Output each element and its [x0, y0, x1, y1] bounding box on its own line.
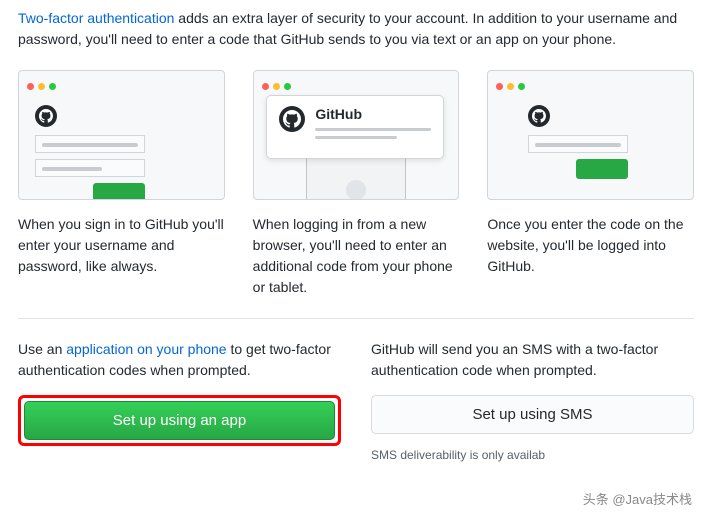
- setup-app-button[interactable]: Set up using an app: [24, 401, 335, 440]
- caption-1: When you sign in to GitHub you'll enter …: [18, 214, 225, 277]
- step-2: GitHub When logging in from a new browse…: [253, 70, 460, 298]
- setup-sms-text: GitHub will send you an SMS with a two-f…: [371, 339, 694, 381]
- illustration-phone: GitHub: [253, 70, 460, 200]
- illustration-row: When you sign in to GitHub you'll enter …: [18, 70, 694, 298]
- setup-options: Use an application on your phone to get …: [18, 339, 694, 462]
- setup-app-text: Use an application on your phone to get …: [18, 339, 341, 381]
- github-icon: [528, 105, 550, 127]
- step-1: When you sign in to GitHub you'll enter …: [18, 70, 225, 298]
- caption-2: When logging in from a new browser, you'…: [253, 214, 460, 298]
- illustration-login: [18, 70, 225, 200]
- window-dots: [488, 71, 693, 99]
- setup-sms-col: GitHub will send you an SMS with a two-f…: [371, 339, 694, 462]
- app-link[interactable]: application on your phone: [66, 341, 226, 357]
- github-notification-card: GitHub: [266, 95, 444, 159]
- illustration-code: [487, 70, 694, 200]
- divider: [18, 318, 694, 319]
- sms-note: SMS deliverability is only availab: [371, 448, 694, 462]
- step-3: Once you enter the code on the website, …: [487, 70, 694, 298]
- watermark: 头条 @Java技术栈: [583, 489, 692, 508]
- card-title: GitHub: [315, 106, 431, 122]
- two-factor-link[interactable]: Two-factor authentication: [18, 10, 174, 26]
- window-dots: [19, 71, 224, 99]
- github-icon: [35, 105, 57, 127]
- caption-3: Once you enter the code on the website, …: [487, 214, 694, 277]
- intro-text: Two-factor authentication adds an extra …: [18, 8, 694, 50]
- setup-sms-button[interactable]: Set up using SMS: [371, 395, 694, 434]
- highlight-box: Set up using an app: [18, 395, 341, 446]
- github-icon: [279, 106, 305, 132]
- setup-app-col: Use an application on your phone to get …: [18, 339, 341, 462]
